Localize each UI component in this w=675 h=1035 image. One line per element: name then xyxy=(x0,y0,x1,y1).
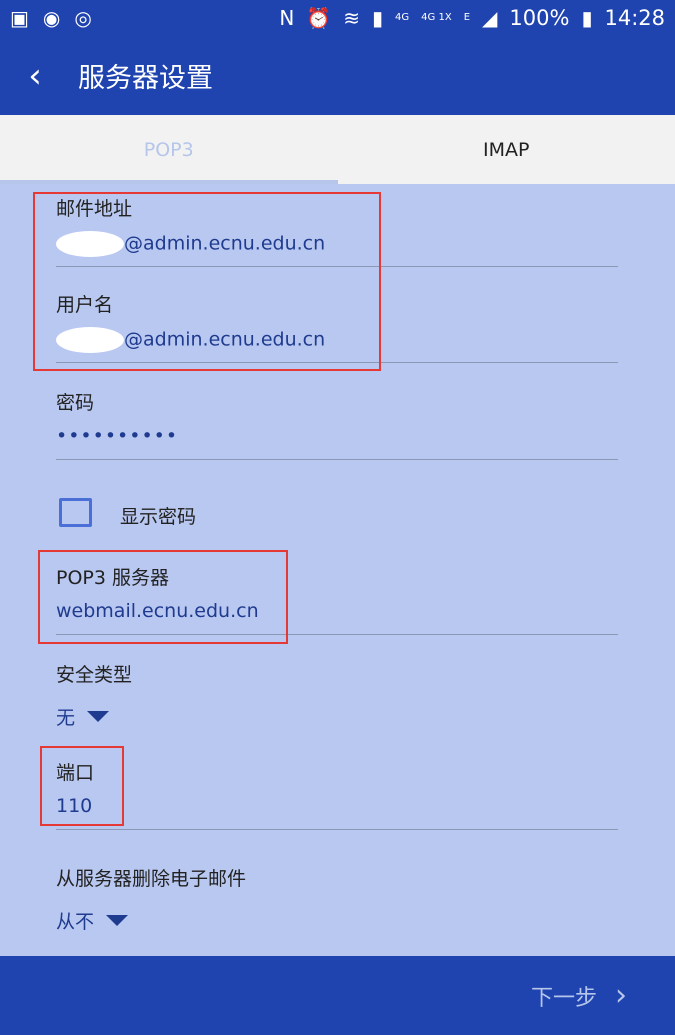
battery-percent: 100% xyxy=(509,6,570,30)
image-icon: ▣ xyxy=(10,6,29,30)
tab-imap[interactable]: IMAP xyxy=(338,115,675,184)
settings-form: 邮件地址 @admin.ecnu.edu.cn 用户名 @admin.ecnu.… xyxy=(0,184,675,956)
next-button[interactable]: 下一步 › xyxy=(531,956,627,1035)
chevron-left-icon: ‹ xyxy=(28,55,42,96)
security-select[interactable]: 无 xyxy=(56,703,618,730)
security-value: 无 xyxy=(56,707,76,729)
back-button[interactable]: ‹ xyxy=(0,36,70,115)
battery-icon: ▮ xyxy=(581,6,593,30)
port-label: 端口 xyxy=(56,762,95,784)
tab-pop3[interactable]: POP3 xyxy=(0,115,338,184)
security-field: 安全类型 无 xyxy=(56,660,618,730)
signal-icon: ◢ xyxy=(482,6,498,30)
page-title: 服务器设置 xyxy=(78,63,213,94)
alarm-icon: ⏰ xyxy=(306,6,332,30)
tab-imap-label: IMAP xyxy=(483,138,530,161)
caret-down-icon xyxy=(106,915,129,926)
delete-label: 从服务器删除电子邮件 xyxy=(56,868,247,890)
highlight-box xyxy=(33,192,381,371)
password-underline xyxy=(56,459,618,460)
network-4g-label: 4G xyxy=(395,12,410,23)
delete-value: 从不 xyxy=(56,911,95,933)
caret-down-icon xyxy=(87,711,110,722)
delete-select[interactable]: 从不 xyxy=(56,907,618,934)
app-bar: ‹ 服务器设置 xyxy=(0,36,675,115)
port-value: 110 xyxy=(56,795,93,817)
security-label: 安全类型 xyxy=(56,664,133,686)
sync-icon: ◎ xyxy=(74,6,92,30)
clock: 14:28 xyxy=(604,6,665,30)
port-field[interactable]: 端口 110 xyxy=(56,758,618,817)
highlight-box xyxy=(40,746,124,826)
baidu-icon: ◉ xyxy=(42,6,61,30)
bottom-bar: 下一步 › xyxy=(0,956,675,1035)
next-label: 下一步 xyxy=(530,985,597,1011)
password-label: 密码 xyxy=(56,392,95,414)
status-bar: ▣ ◉ ◎ N ⏰ ≋ ▮ 4G 4G 1X E ◢ 100% ▮ 14:28 xyxy=(0,0,675,36)
sim-icon: ▮ xyxy=(372,6,384,30)
tab-pop3-label: POP3 xyxy=(143,138,194,161)
highlight-box xyxy=(38,550,288,644)
delete-field: 从服务器删除电子邮件 从不 xyxy=(56,864,618,934)
password-field[interactable]: 密码 •••••••••• xyxy=(56,388,618,447)
port-underline xyxy=(56,829,618,830)
show-password-checkbox[interactable] xyxy=(59,498,92,527)
network-e-label: E xyxy=(463,12,471,23)
password-value: •••••••••• xyxy=(56,425,179,447)
protocol-tabs: POP3 IMAP xyxy=(0,115,675,184)
nfc-icon: N xyxy=(279,6,295,30)
network-4g1x-label: 4G 1X xyxy=(421,12,452,23)
chevron-right-icon: › xyxy=(615,978,627,1013)
show-password-label: 显示密码 xyxy=(120,506,197,528)
wifi-icon: ≋ xyxy=(343,6,361,30)
